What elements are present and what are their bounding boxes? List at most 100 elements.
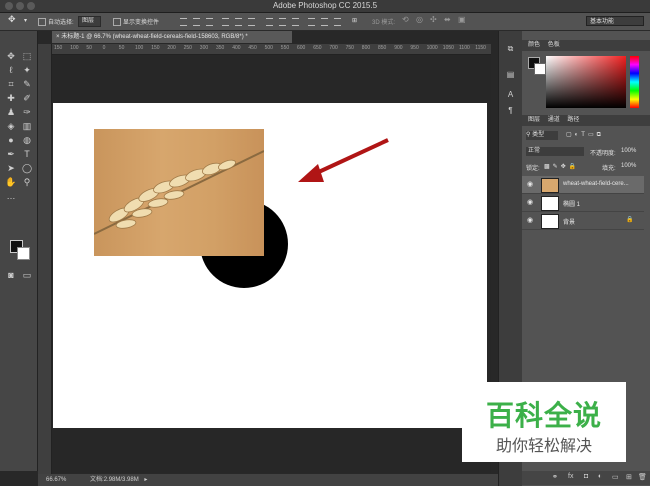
history-panel-icon[interactable]: ⧉ bbox=[505, 43, 516, 54]
layer-filter-dropdown[interactable]: ⚲ 类型 bbox=[526, 131, 558, 140]
ruler-top: 150 100 50 0 50 100 150 200 250 300 350 400 450 500 55… bbox=[52, 44, 491, 55]
layer-name: 背景 bbox=[563, 220, 576, 226]
eyedropper-icon[interactable]: ✎ bbox=[21, 78, 33, 90]
align-left-icon[interactable] bbox=[222, 18, 229, 26]
paragraph-panel-icon[interactable]: ¶ bbox=[505, 105, 516, 116]
new-layer-icon[interactable]: ⊞ bbox=[626, 473, 632, 481]
align-hcenter-icon[interactable] bbox=[235, 18, 242, 26]
tab-paths[interactable]: 路径 bbox=[567, 117, 579, 123]
character-panel-icon[interactable]: A bbox=[505, 89, 516, 100]
new-group-icon[interactable]: ▭ bbox=[612, 473, 619, 481]
background-color-swatch[interactable] bbox=[17, 247, 30, 260]
zoom-level[interactable]: 66.67% bbox=[46, 477, 66, 483]
fill-label: 填充: bbox=[602, 166, 616, 172]
move-icon[interactable]: ✥ bbox=[5, 50, 17, 62]
color-picker-field[interactable] bbox=[546, 56, 626, 108]
auto-align-icon[interactable]: ⊞ bbox=[352, 17, 357, 24]
pen-icon[interactable]: ✒ bbox=[5, 148, 17, 160]
blur-icon[interactable]: ● bbox=[5, 134, 17, 146]
color-panel-background-swatch[interactable] bbox=[534, 63, 546, 75]
visibility-eye-icon[interactable]: ◉ bbox=[527, 216, 533, 224]
search-icon: ⚲ bbox=[526, 132, 531, 138]
magic-wand-icon[interactable]: ✦ bbox=[21, 64, 33, 76]
3d-roll-icon[interactable]: ◎ bbox=[416, 15, 423, 24]
doc-info-menu-icon[interactable]: ▸ bbox=[144, 477, 147, 483]
transform-controls-checkbox[interactable]: 显示变换控件 bbox=[113, 17, 159, 27]
ruler-tick-label: 100 bbox=[135, 45, 144, 51]
close-tab-icon[interactable]: × bbox=[56, 34, 60, 40]
distribute-hcenter-icon[interactable] bbox=[321, 18, 328, 26]
3d-pan-icon[interactable]: ✣ bbox=[430, 15, 437, 24]
eraser-icon[interactable]: ◈ bbox=[5, 120, 17, 132]
3d-rotate-icon[interactable]: ⟲ bbox=[402, 15, 409, 24]
type-icon[interactable]: T bbox=[21, 148, 33, 160]
auto-select-label: 自动选择: bbox=[48, 20, 74, 26]
marquee-icon[interactable]: ⬚ bbox=[21, 50, 33, 62]
tools-panel: ✥ ⬚ ℓ ✦ ⌗ ✎ ✚ ✐ ♟ ✑ ◈ ▥ ● ◍ ✒ T ➤ ◯ ✋ ⚲ … bbox=[0, 31, 38, 471]
move-tool-preset-icon[interactable]: ✥ bbox=[8, 14, 16, 25]
distribute-vcenter-icon[interactable] bbox=[279, 18, 286, 26]
visibility-eye-icon[interactable]: ◉ bbox=[527, 198, 533, 206]
more-tools-icon[interactable]: … bbox=[5, 190, 17, 202]
color-hue-slider[interactable] bbox=[630, 56, 639, 108]
adjustment-layer-icon[interactable]: ◐ bbox=[598, 473, 602, 480]
dodge-icon[interactable]: ◍ bbox=[21, 134, 33, 146]
document-tab[interactable]: × 未标题-1 @ 66.7% (wheat-wheat-field-cerea… bbox=[52, 31, 292, 43]
ruler-tick-label: 250 bbox=[183, 45, 192, 51]
auto-select-dropdown[interactable]: 图层 bbox=[78, 16, 102, 27]
stamp-icon[interactable]: ♟ bbox=[5, 106, 17, 118]
history-brush-icon[interactable]: ✑ bbox=[21, 106, 33, 118]
tab-layers[interactable]: 图层 bbox=[528, 117, 540, 123]
quick-mask-icon[interactable]: ◙ bbox=[5, 269, 17, 281]
screen-mode-icon[interactable]: ▭ bbox=[21, 269, 33, 281]
layer-row-ellipse[interactable]: ◉ 椭圆 1 bbox=[522, 194, 644, 212]
zoom-icon[interactable]: ⚲ bbox=[21, 176, 33, 188]
layer-filter-label: 类型 bbox=[532, 132, 545, 138]
distribute-left-icon[interactable] bbox=[308, 18, 315, 26]
workspace-dropdown[interactable]: 基本功能 bbox=[586, 16, 644, 26]
wheat-ear-graphic bbox=[94, 150, 264, 235]
layer-row-background[interactable]: ◉ 背景 🔒 bbox=[522, 212, 644, 230]
align-bottom-icon[interactable] bbox=[206, 18, 213, 26]
align-right-icon[interactable] bbox=[248, 18, 255, 26]
crop-icon[interactable]: ⌗ bbox=[5, 78, 17, 90]
lock-icons[interactable]: ▩✎✥🔒 bbox=[544, 163, 579, 170]
tab-swatches[interactable]: 色板 bbox=[548, 42, 560, 48]
layer-style-icon[interactable]: fx bbox=[568, 473, 573, 480]
3d-slide-icon[interactable]: ⬌ bbox=[444, 15, 451, 24]
tab-channels[interactable]: 通道 bbox=[548, 117, 560, 123]
align-top-icon[interactable] bbox=[180, 18, 187, 26]
brush-icon[interactable]: ✐ bbox=[21, 92, 33, 104]
lasso-icon[interactable]: ℓ bbox=[5, 64, 17, 76]
healing-icon[interactable]: ✚ bbox=[5, 92, 17, 104]
opacity-value[interactable]: 100% bbox=[621, 148, 636, 154]
layer-mask-icon[interactable]: ◘ bbox=[584, 473, 588, 480]
layer-row-wheat[interactable]: ◉ wheat-wheat-field-cere... bbox=[522, 176, 644, 194]
link-layers-icon[interactable]: ⚭ bbox=[552, 473, 558, 481]
ruler-tick-label: 450 bbox=[248, 45, 257, 51]
wheat-image-layer[interactable] bbox=[94, 129, 264, 256]
shape-icon[interactable]: ◯ bbox=[21, 162, 33, 174]
delete-layer-icon[interactable]: 🗑 bbox=[638, 473, 647, 481]
distribute-top-icon[interactable] bbox=[266, 18, 273, 26]
path-select-icon[interactable]: ➤ bbox=[5, 162, 17, 174]
align-vcenter-icon[interactable] bbox=[193, 18, 200, 26]
distribute-bottom-icon[interactable] bbox=[292, 18, 299, 26]
ruler-tick-label: 400 bbox=[232, 45, 241, 51]
distribute-right-icon[interactable] bbox=[334, 18, 341, 26]
fill-value[interactable]: 100% bbox=[621, 163, 636, 169]
hand-icon[interactable]: ✋ bbox=[5, 176, 17, 188]
layer-filter-icons[interactable]: ▢◐T▭⧉ bbox=[566, 131, 604, 139]
visibility-eye-icon[interactable]: ◉ bbox=[527, 180, 533, 188]
gradient-icon[interactable]: ▥ bbox=[21, 120, 33, 132]
ruler-tick-label: 600 bbox=[297, 45, 306, 51]
options-bar: ✥ ▾ 自动选择: 图层 显示变换控件 ⊞ 3D 模式: ⟲ ◎ ✣ ⬌ ▣ 基… bbox=[0, 13, 650, 31]
3d-scale-icon[interactable]: ▣ bbox=[458, 15, 466, 24]
layers-panel-footer: ⚭ fx ◘ ◐ ▭ ⊞ 🗑 bbox=[522, 471, 650, 485]
ruler-tick-label: 900 bbox=[394, 45, 403, 51]
tab-color[interactable]: 颜色 bbox=[528, 42, 540, 48]
app-title: Adobe Photoshop CC 2015.5 bbox=[272, 1, 378, 10]
blend-mode-dropdown[interactable]: 正常 bbox=[526, 147, 584, 156]
properties-panel-icon[interactable]: ▤ bbox=[505, 69, 516, 80]
auto-select-checkbox[interactable]: 自动选择: bbox=[38, 17, 74, 27]
